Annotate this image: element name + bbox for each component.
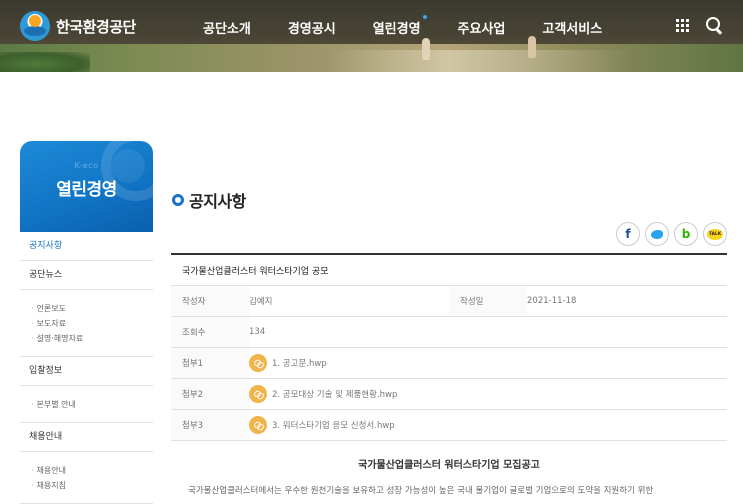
- header-utilities: [676, 16, 723, 34]
- sidebar-subitem-press-release[interactable]: 보도자료: [31, 316, 153, 331]
- page-title: 공지사항: [172, 188, 246, 212]
- banner-water: [330, 50, 630, 72]
- title-bullet-icon: [172, 194, 184, 206]
- post-views-row: 조회수 134: [171, 317, 727, 348]
- attachment-row: 첨부2 2. 공모대상 기술 및 제품현황.hwp: [171, 379, 727, 410]
- post-subject: 국가물산업클러스터 워터스타기업 공모: [171, 255, 727, 286]
- logo-mark-icon: [20, 11, 50, 41]
- author-value: 김예지: [249, 297, 273, 307]
- facebook-share-button[interactable]: f: [616, 222, 640, 246]
- blog-icon: b: [681, 227, 691, 241]
- attachment-link[interactable]: 3. 워터스타기업 응모 신청서.hwp: [249, 416, 395, 434]
- sidebar-menu: 공지사항 공단뉴스 언론보도 보도자료 설명·해명자료 입찰정보 본부별 안내 …: [20, 232, 153, 504]
- nav-item-customer-service[interactable]: 고객서비스: [542, 18, 602, 37]
- post-body-text: 국가물산업클러스터에서는 우수한 원천기술을 보유하고 성장 가능성이 높은 국…: [188, 486, 654, 496]
- post-body-title: 국가물산업클러스터 워터스타기업 모집공고: [358, 460, 540, 471]
- attachment-clip-icon: [249, 354, 267, 372]
- attachment-filename: 2. 공모대상 기술 및 제품현황.hwp: [272, 390, 398, 400]
- nav-item-about[interactable]: 공단소개: [203, 18, 251, 37]
- sidebar-title: 열린경영: [56, 180, 117, 200]
- attachment-clip-icon: [249, 385, 267, 403]
- kakaotalk-icon: TALK: [707, 228, 723, 240]
- nav-item-open-management[interactable]: 열린경영: [372, 15, 427, 37]
- views-value: 134: [249, 327, 266, 337]
- page-title-text: 공지사항: [189, 192, 246, 211]
- active-nav-dot: [422, 15, 427, 19]
- attachment-label: 첨부3: [171, 410, 249, 440]
- attachment-filename: 1. 공고문.hwp: [272, 359, 327, 369]
- sidebar-subitem-press[interactable]: 언론보도: [31, 301, 153, 316]
- kakaotalk-share-button[interactable]: TALK: [703, 222, 727, 246]
- share-buttons: f b TALK: [611, 222, 727, 246]
- views-label: 조회수: [171, 317, 249, 347]
- attachment-label: 첨부2: [171, 379, 249, 409]
- banner-person: [422, 38, 430, 60]
- date-label: 작성일: [449, 286, 527, 316]
- search-icon[interactable]: [705, 16, 723, 34]
- sidebar-item-news[interactable]: 공단뉴스: [20, 261, 153, 290]
- twitter-share-button[interactable]: [645, 222, 669, 246]
- nav-item-label: 열린경영: [372, 22, 421, 37]
- main-navigation: 공단소개 경영공시 열린경영 주요사업 고객서비스: [203, 15, 639, 37]
- sidebar-subitem-branch-guide[interactable]: 본부별 안내: [31, 397, 153, 412]
- all-menu-grid-icon[interactable]: [676, 18, 689, 32]
- sidebar-subitem-explanation[interactable]: 설명·해명자료: [31, 331, 153, 346]
- sidebar-item-recruit[interactable]: 채용안내: [20, 423, 153, 452]
- post-meta-row: 작성자 김예지 작성일 2021-11-18: [171, 286, 727, 317]
- twitter-icon: [651, 229, 663, 239]
- date-value: 2021-11-18: [527, 296, 577, 306]
- banner-person: [528, 36, 536, 58]
- attachment-filename: 3. 워터스타기업 응모 신청서.hwp: [272, 421, 395, 431]
- sidebar-item-bids[interactable]: 입찰정보: [20, 357, 153, 386]
- author-label: 작성자: [171, 286, 249, 316]
- sidebar-item-notices[interactable]: 공지사항: [20, 232, 153, 261]
- sidebar-submenu-bids: 본부별 안내: [20, 386, 153, 423]
- logo-text: 한국환경공단: [56, 17, 136, 36]
- post-detail-table: 국가물산업클러스터 워터스타기업 공모 작성자 김예지 작성일 2021-11-…: [171, 253, 727, 441]
- attachment-clip-icon: [249, 416, 267, 434]
- attachment-row: 첨부3 3. 워터스타기업 응모 신청서.hwp: [171, 410, 727, 441]
- nav-item-projects[interactable]: 주요사업: [458, 18, 506, 37]
- sidebar-subitem-recruit-info[interactable]: 채용안내: [31, 463, 153, 478]
- attachment-label: 첨부1: [171, 348, 249, 378]
- sidebar-header: K-eco 열린경영: [20, 141, 153, 232]
- blog-share-button[interactable]: b: [674, 222, 698, 246]
- site-logo[interactable]: 한국환경공단: [20, 10, 136, 42]
- attachment-link[interactable]: 2. 공모대상 기술 및 제품현황.hwp: [249, 385, 397, 403]
- sidebar-badge: K-eco: [74, 161, 99, 170]
- nav-item-disclosure[interactable]: 경영공시: [288, 18, 336, 37]
- attachment-link[interactable]: 1. 공고문.hwp: [249, 354, 327, 372]
- banner-foliage: [0, 52, 90, 72]
- sidebar-submenu-recruit: 채용안내 채용지침: [20, 452, 153, 504]
- facebook-icon: f: [625, 227, 631, 241]
- site-header: 한국환경공단 공단소개 경영공시 열린경영 주요사업 고객서비스: [0, 0, 743, 72]
- attachment-row: 첨부1 1. 공고문.hwp: [171, 348, 727, 379]
- sidebar-submenu-news: 언론보도 보도자료 설명·해명자료: [20, 290, 153, 357]
